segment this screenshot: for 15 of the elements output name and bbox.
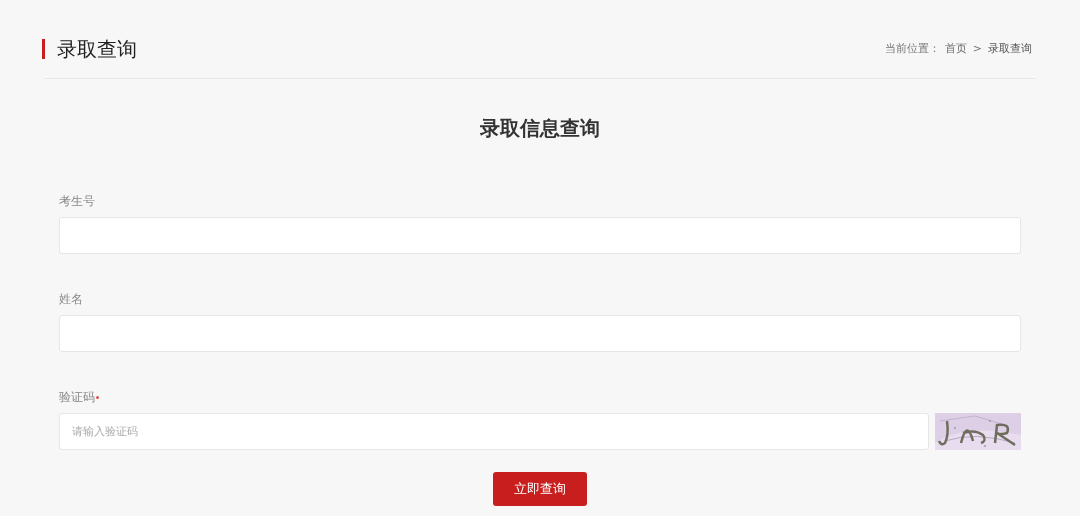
breadcrumb-label: 当前位置： xyxy=(884,40,940,57)
page-title: 录取查询 xyxy=(57,36,137,63)
breadcrumb-separator: > xyxy=(971,40,983,57)
input-field[interactable] xyxy=(59,315,1021,352)
captcha-field[interactable]: 请输入验证码 xyxy=(59,413,929,450)
field-label: 姓名 xyxy=(59,291,83,308)
submit-button[interactable]: 立即查询 xyxy=(493,472,587,506)
breadcrumb-link[interactable]: 首页 xyxy=(944,40,967,58)
field-label: 考生号 xyxy=(59,193,95,210)
form-title: 录取信息查询 xyxy=(480,115,600,142)
title-accent-bar xyxy=(42,39,45,59)
input-field[interactable] xyxy=(59,217,1021,254)
field-label: 验证码 xyxy=(59,389,95,406)
required-mark xyxy=(96,396,99,399)
breadcrumb-current: 录取查询 xyxy=(988,40,1032,57)
